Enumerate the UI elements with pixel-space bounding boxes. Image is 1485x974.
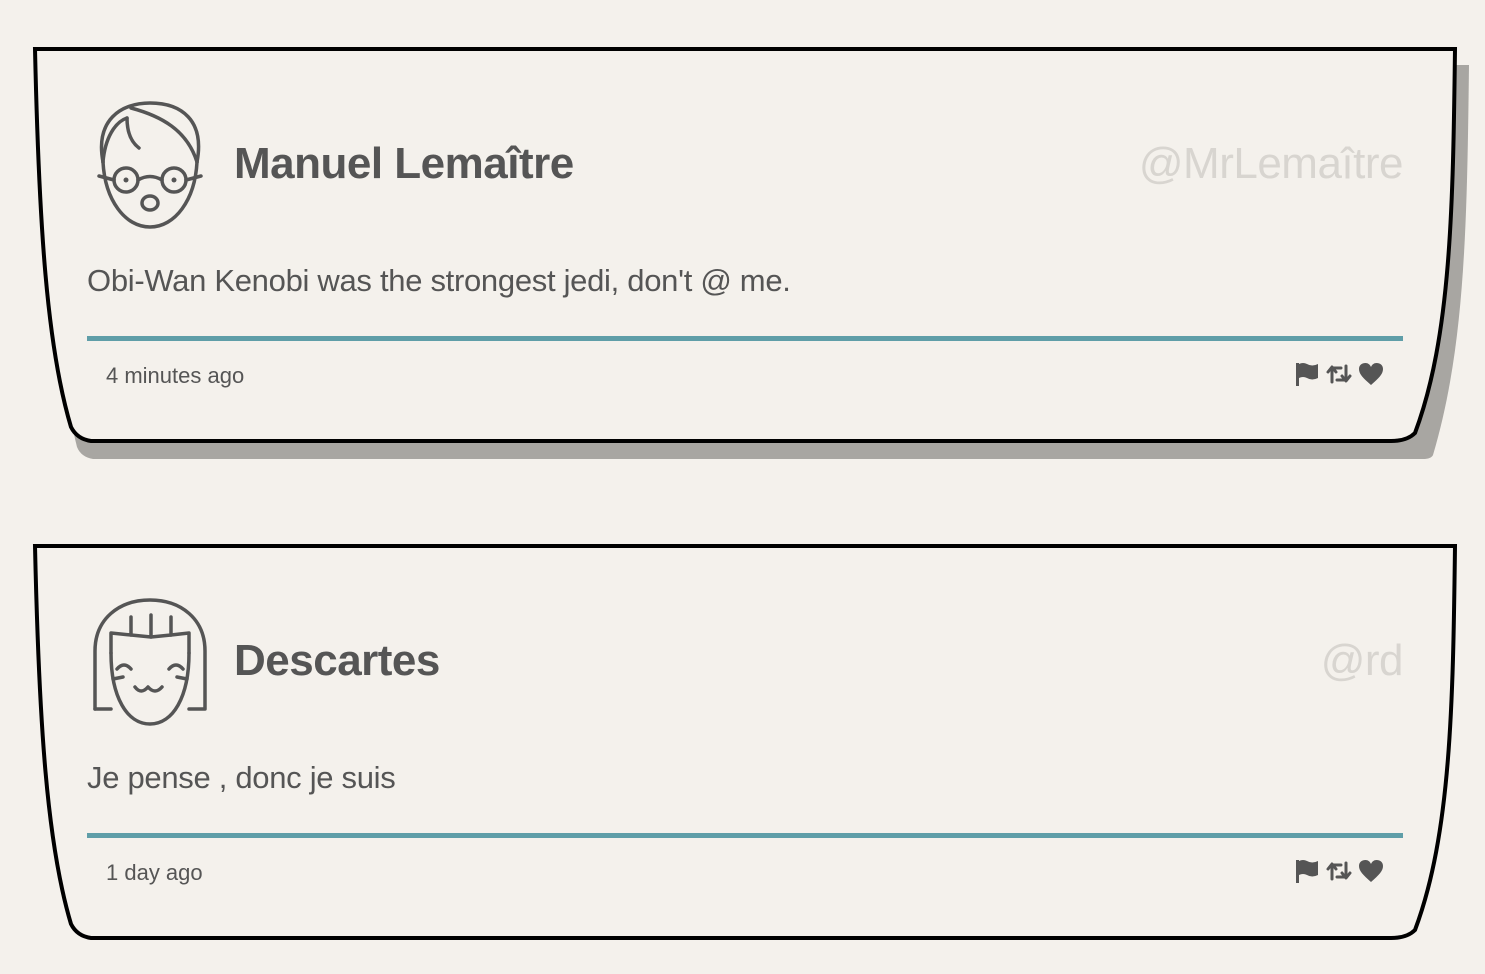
retweet-icon[interactable] [1325, 360, 1353, 388]
tweet-message: Obi-Wan Kenobi was the strongest jedi, d… [87, 263, 791, 298]
tweet-divider [87, 833, 1403, 838]
girl-smiling-avatar-icon[interactable] [91, 597, 209, 727]
user-name[interactable]: Manuel Lemaître [234, 139, 574, 189]
tweet-header: Descartes @rd [91, 594, 1404, 727]
tweet-actions [1293, 857, 1385, 885]
tweet-timestamp: 1 day ago [106, 860, 203, 885]
user-handle[interactable]: @rd [1321, 636, 1404, 686]
tweet-divider [87, 336, 1403, 341]
retweet-icon[interactable] [1325, 857, 1353, 885]
user-name[interactable]: Descartes [234, 636, 440, 686]
tweet-card: Descartes @rd Je pense , donc je suis 1 … [32, 544, 1458, 940]
user-handle[interactable]: @MrLemaître [1139, 139, 1404, 189]
flag-icon[interactable] [1293, 360, 1321, 388]
heart-icon[interactable] [1357, 857, 1385, 885]
tweet-message: Je pense , donc je suis [87, 760, 396, 795]
tweet-timestamp: 4 minutes ago [106, 363, 245, 388]
heart-icon[interactable] [1357, 360, 1385, 388]
flag-icon[interactable] [1293, 857, 1321, 885]
boy-with-glasses-avatar-icon[interactable] [91, 100, 209, 230]
tweet-card: Manuel Lemaître @MrLemaître Obi-Wan Keno… [32, 47, 1469, 459]
tweet-actions [1293, 360, 1385, 388]
tweet-header: Manuel Lemaître @MrLemaître [91, 97, 1404, 230]
